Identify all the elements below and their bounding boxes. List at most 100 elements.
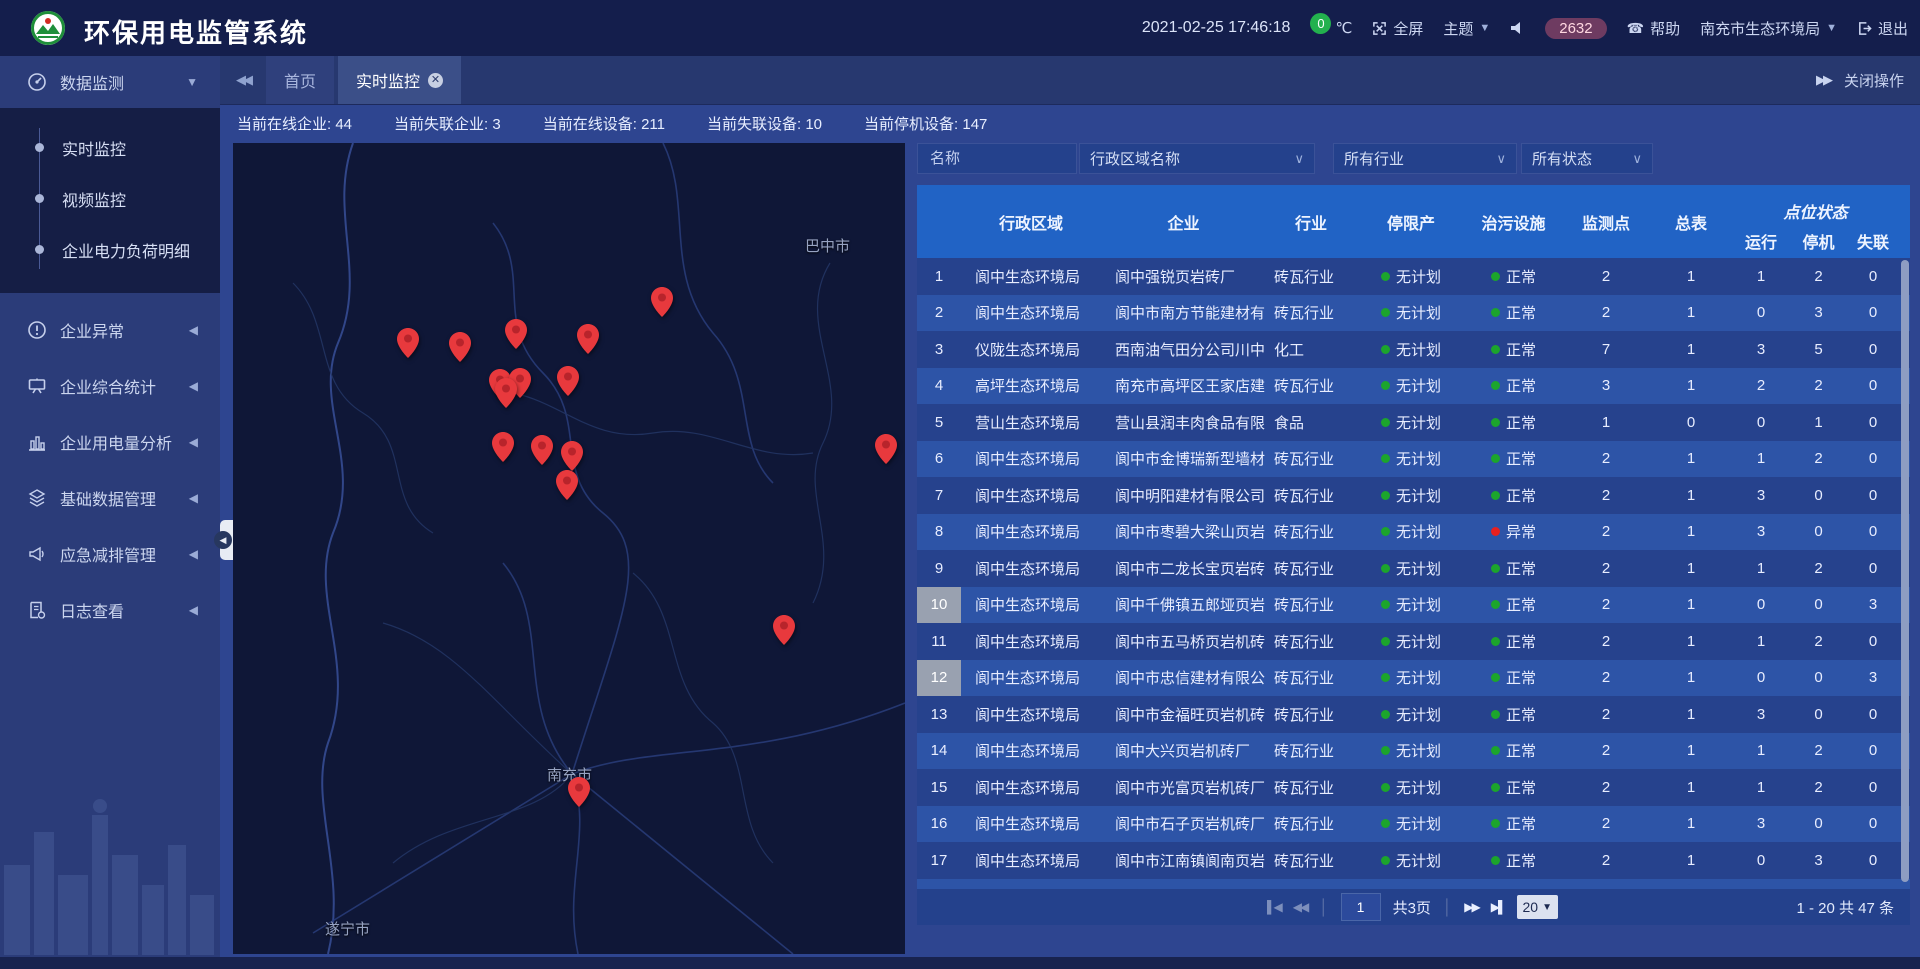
map-pin[interactable]: [568, 777, 590, 807]
cell-offline: 0: [1846, 295, 1900, 332]
sidebar-item-data-monitor[interactable]: 数据监测 ▼: [0, 56, 220, 108]
map-pin[interactable]: [397, 328, 419, 358]
search-name-input[interactable]: [928, 149, 1066, 168]
table-row[interactable]: 3 仪陇生态环境局 西南油气田分公司川中 化工 无计划 正常 7 1 3 5 0: [917, 331, 1910, 368]
cell-points: 1: [1561, 404, 1651, 441]
last-page-button[interactable]: ▶▌: [1491, 900, 1505, 914]
filter-name-field[interactable]: [917, 143, 1077, 174]
table-row[interactable]: 10 阆中生态环境局 阆中千佛镇五郎垭页岩 砖瓦行业 无计划 正常 2 1 0 …: [917, 587, 1910, 624]
fullscreen-button[interactable]: 全屏: [1372, 18, 1423, 39]
cell-stop: 0: [1791, 660, 1846, 697]
tabs-back-button[interactable]: ◀◀: [220, 56, 266, 104]
col-group-point-status: 点位状态: [1731, 185, 1900, 225]
tab-home[interactable]: 首页: [266, 56, 334, 104]
cell-region: 阆中生态环境局: [961, 696, 1101, 733]
cell-stop: 0: [1791, 514, 1846, 551]
temperature-badge: 0: [1310, 13, 1331, 34]
table-row[interactable]: 6 阆中生态环境局 阆中市金博瑞新型墙材 砖瓦行业 无计划 正常 2 1 1 2…: [917, 441, 1910, 478]
cell-limit: 无计划: [1356, 696, 1466, 733]
sidebar-item-emergency-reduction[interactable]: 应急减排管理 ◀: [0, 526, 220, 582]
sidebar-item-base-data[interactable]: 基础数据管理 ◀: [0, 470, 220, 526]
status-item: 当前失联企业: 3: [394, 113, 501, 134]
cell-industry: 砖瓦行业: [1266, 806, 1356, 843]
map-panel[interactable]: 巴中市 南充市 遂宁市: [233, 143, 905, 954]
cell-offline: 0: [1846, 806, 1900, 843]
table-row[interactable]: 1 阆中生态环境局 阆中强锐页岩砖厂 砖瓦行业 无计划 正常 2 1 1 2 0: [917, 258, 1910, 295]
map-pin[interactable]: [561, 441, 583, 471]
org-menu[interactable]: 南充市生态环境局▼: [1700, 18, 1837, 39]
map-pin[interactable]: [492, 432, 514, 462]
table-row[interactable]: 8 阆中生态环境局 阆中市枣碧大梁山页岩 砖瓦行业 无计划 异常 2 1 3 0…: [917, 514, 1910, 551]
cell-industry: 砖瓦行业: [1266, 514, 1356, 551]
page-size-select[interactable]: 20 ▼: [1517, 895, 1558, 919]
prev-page-button[interactable]: ◀◀: [1293, 900, 1307, 914]
table-row[interactable]: 13 阆中生态环境局 阆中市金福旺页岩机砖 砖瓦行业 无计划 正常 2 1 3 …: [917, 696, 1910, 733]
first-page-button[interactable]: ▌◀: [1267, 900, 1281, 914]
cell-stop: 5: [1791, 331, 1846, 368]
cell-meters: 1: [1651, 514, 1731, 551]
map-pin[interactable]: [773, 615, 795, 645]
help-button[interactable]: ☎ 帮助: [1627, 18, 1680, 39]
sidebar-item-realtime-monitor[interactable]: 实时监控: [0, 122, 220, 173]
status-dot: [1491, 272, 1500, 281]
table-row[interactable]: 2 阆中生态环境局 阆中市南方节能建材有 砖瓦行业 无计划 正常 2 1 0 3…: [917, 295, 1910, 332]
status-dot: [1491, 783, 1500, 792]
table-row[interactable]: 9 阆中生态环境局 阆中市二龙长宝页岩砖 砖瓦行业 无计划 正常 2 1 1 2…: [917, 550, 1910, 587]
cell-region: 阆中生态环境局: [961, 587, 1101, 624]
table-row[interactable]: 5 营山生态环境局 营山县润丰肉食品有限 食品 无计划 正常 1 0 0 1 0: [917, 404, 1910, 441]
filter-region-select[interactable]: 行政区域名称 ∨: [1079, 143, 1315, 174]
city-label: 遂宁市: [325, 918, 370, 939]
map-pin[interactable]: [577, 324, 599, 354]
tab-realtime-monitor[interactable]: 实时监控 ✕: [338, 56, 461, 104]
map-pin[interactable]: [557, 366, 579, 396]
theme-menu[interactable]: 主题▼: [1443, 18, 1490, 39]
table-row[interactable]: 4 高坪生态环境局 南充市高坪区王家店建 砖瓦行业 无计划 正常 3 1 2 2…: [917, 368, 1910, 405]
cell-run: 3: [1731, 331, 1791, 368]
page-number-input[interactable]: [1341, 893, 1381, 921]
status-dot: [1491, 819, 1500, 828]
pagination-bar: ▌◀ ◀◀ │ 共3页 │ ▶▶ ▶▌ 20 ▼ 1 - 20 共 47 条: [917, 889, 1910, 925]
table-row[interactable]: 11 阆中生态环境局 阆中市五马桥页岩机砖 砖瓦行业 无计划 正常 2 1 1 …: [917, 623, 1910, 660]
close-operations-button[interactable]: ▶▶ 关闭操作: [1816, 56, 1920, 104]
cell-meters: 1: [1651, 295, 1731, 332]
table-row[interactable]: 14 阆中生态环境局 阆中大兴页岩机砖厂 砖瓦行业 无计划 正常 2 1 1 2…: [917, 733, 1910, 770]
map-pin[interactable]: [651, 287, 673, 317]
table-row[interactable]: 15 阆中生态环境局 阆中市光富页岩机砖厂 砖瓦行业 无计划 正常 2 1 1 …: [917, 769, 1910, 806]
table-row[interactable]: 17 阆中生态环境局 阆中市江南镇阆南页岩 砖瓦行业 无计划 正常 2 1 0 …: [917, 842, 1910, 879]
table-row[interactable]: 7 阆中生态环境局 阆中明阳建材有限公司 砖瓦行业 无计划 正常 2 1 3 0…: [917, 477, 1910, 514]
cell-index: 14: [917, 733, 961, 770]
table-row[interactable]: 16 阆中生态环境局 阆中市石子页岩机砖厂 砖瓦行业 无计划 正常 2 1 3 …: [917, 806, 1910, 843]
sidebar-item-company-abnormal[interactable]: 企业异常 ◀: [0, 302, 220, 358]
logout-button[interactable]: 退出: [1857, 18, 1908, 39]
cell-index: 4: [917, 368, 961, 405]
app-title: 环保用电监管系统: [84, 13, 308, 50]
alert-count-badge[interactable]: 2632: [1545, 18, 1606, 39]
map-collapse-handle[interactable]: ◀: [220, 520, 233, 560]
cell-offline: 3: [1846, 660, 1900, 697]
sidebar-item-company-statistics[interactable]: 企业综合统计 ◀: [0, 358, 220, 414]
sidebar-item-video-monitor[interactable]: 视频监控: [0, 173, 220, 224]
sidebar-item-log-view[interactable]: 日志查看 ◀: [0, 582, 220, 638]
cell-points: 6: [1561, 879, 1651, 890]
tab-close-icon[interactable]: ✕: [428, 73, 443, 88]
sidebar-item-power-load-detail[interactable]: 企业电力负荷明细: [0, 224, 220, 275]
table-scrollbar[interactable]: [1901, 260, 1909, 882]
map-pin[interactable]: [531, 435, 553, 465]
cell-index: 18: [917, 879, 961, 890]
map-pin[interactable]: [556, 470, 578, 500]
cell-stop: 3: [1791, 295, 1846, 332]
table-row[interactable]: 18 南部生态环境局 南部县瑞华水泥有限公 建材行业 无计划 正常 6 0 0 …: [917, 879, 1910, 890]
chevron-left-icon: ◀: [189, 491, 198, 505]
filter-status-select[interactable]: 所有状态 ∨: [1521, 143, 1653, 174]
speaker-muted-icon[interactable]: [1510, 21, 1525, 35]
table-row[interactable]: 12 阆中生态环境局 阆中市忠信建材有限公 砖瓦行业 无计划 正常 2 1 0 …: [917, 660, 1910, 697]
next-page-button[interactable]: ▶▶: [1464, 900, 1478, 914]
map-pin[interactable]: [495, 378, 517, 408]
map-pin[interactable]: [449, 332, 471, 362]
cell-points: 2: [1561, 550, 1651, 587]
map-pin[interactable]: [505, 319, 527, 349]
divider: │: [1443, 899, 1452, 916]
sidebar-item-power-analysis[interactable]: 企业用电量分析 ◀: [0, 414, 220, 470]
filter-industry-select[interactable]: 所有行业 ∨: [1333, 143, 1517, 174]
map-pin[interactable]: [875, 434, 897, 464]
